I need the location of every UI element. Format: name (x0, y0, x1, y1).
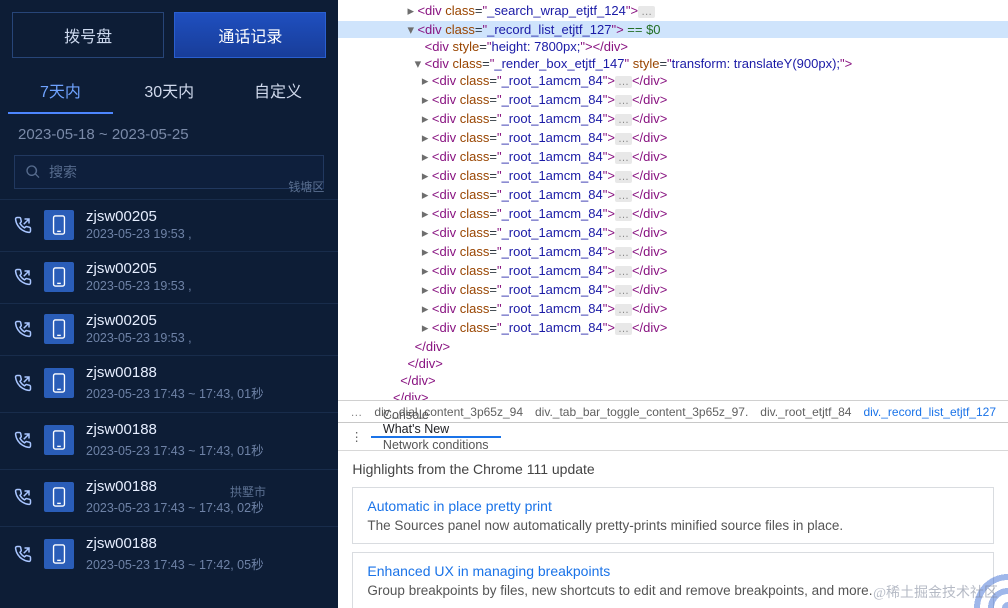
record-time: 2023-05-23 17:43 ~ 17:42, 05秒 (86, 554, 264, 573)
call-out-icon (14, 374, 32, 392)
range-7days[interactable]: 7天内 (8, 68, 113, 114)
drawer: ⋮ ConsoleWhat's NewNetwork conditionsIss… (338, 422, 1008, 608)
call-record[interactable]: zjsw001882023-05-23 17:43 ~ 17:43, 01秒 (0, 355, 338, 412)
device-icon (44, 482, 74, 512)
record-time: 2023-05-23 17:43 ~ 17:43, 01秒 (86, 383, 264, 402)
card-title[interactable]: Enhanced UX in managing breakpoints (367, 563, 979, 583)
range-30days[interactable]: 30天内 (117, 68, 222, 114)
record-name: zjsw00188 (86, 535, 264, 554)
date-range-label: 2023-05-18 ~ 2023-05-25 (0, 114, 338, 151)
drawer-menu-icon[interactable]: ⋮ (342, 429, 371, 444)
record-time: 2023-05-23 19:53 , (86, 331, 192, 345)
search-placeholder: 搜索 (49, 162, 77, 182)
decorative-rings (928, 518, 1008, 608)
range-tabs: 7天内 30天内 自定义 (0, 58, 338, 114)
call-out-icon (14, 545, 32, 563)
record-time: 2023-05-23 17:43 ~ 17:43, 01秒 (86, 440, 264, 459)
record-time: 2023-05-23 19:53 , (86, 227, 192, 241)
devtools-panel: ▸<div class="_search_wrap_etjtf_124">… ▾… (338, 0, 1008, 608)
drawer-tab[interactable]: Console (371, 408, 501, 422)
record-name: zjsw00205 (86, 208, 192, 227)
crumb[interactable]: div._record_list_etjtf_127 (857, 405, 1002, 419)
device-icon (44, 314, 74, 344)
call-out-icon (14, 268, 32, 286)
record-name: zjsw00205 (86, 260, 192, 279)
record-time: 2023-05-23 19:53 , (86, 279, 192, 293)
phone-panel: 钱塘区 拱墅市 拨号盘 通话记录 7天内 30天内 自定义 2023-05-18… (0, 0, 338, 608)
card-title[interactable]: Automatic in place pretty print (367, 498, 979, 518)
call-out-icon (14, 488, 32, 506)
whatsnew-card: Enhanced UX in managing breakpointsGroup… (352, 552, 994, 608)
record-time: 2023-05-23 17:43 ~ 17:43, 02秒 (86, 497, 264, 516)
range-custom[interactable]: 自定义 (226, 68, 331, 114)
whatsnew-card: Automatic in place pretty printThe Sourc… (352, 487, 994, 544)
call-record[interactable]: zjsw002052023-05-23 19:53 , (0, 303, 338, 355)
tab-records[interactable]: 通话记录 (174, 12, 326, 58)
elements-tree[interactable]: ▸<div class="_search_wrap_etjtf_124">… ▾… (338, 0, 1008, 400)
call-out-icon (14, 216, 32, 234)
call-record[interactable]: zjsw002052023-05-23 19:53 , (0, 251, 338, 303)
crumb[interactable]: div._tab_bar_toggle_content_3p65z_97. (529, 405, 754, 419)
crumb[interactable]: div._root_etjtf_84 (754, 405, 857, 419)
drawer-tabs: ⋮ ConsoleWhat's NewNetwork conditionsIss… (338, 423, 1008, 451)
drawer-body: Highlights from the Chrome 111 update Au… (338, 451, 1008, 608)
call-out-icon (14, 431, 32, 449)
search-icon (25, 164, 41, 180)
call-record[interactable]: zjsw001882023-05-23 17:43 ~ 17:43, 01秒 (0, 412, 338, 469)
call-record[interactable]: zjsw002052023-05-23 19:53 , (0, 199, 338, 251)
records-list: zjsw002052023-05-23 19:53 ,zjsw002052023… (0, 199, 338, 583)
record-name: zjsw00205 (86, 312, 192, 331)
top-tabs: 拨号盘 通话记录 (0, 0, 338, 58)
drawer-tab[interactable]: What's New (371, 422, 501, 438)
drawer-tab[interactable]: Network conditions (371, 438, 501, 452)
highlights-heading: Highlights from the Chrome 111 update (352, 461, 994, 487)
card-desc: Group breakpoints by files, new shortcut… (367, 583, 979, 598)
device-icon (44, 539, 74, 569)
device-icon (44, 210, 74, 240)
device-icon (44, 262, 74, 292)
call-record[interactable]: zjsw001882023-05-23 17:43 ~ 17:43, 02秒 (0, 469, 338, 526)
call-out-icon (14, 320, 32, 338)
record-name: zjsw00188 (86, 478, 264, 497)
call-record[interactable]: zjsw001882023-05-23 17:43 ~ 17:42, 05秒 (0, 526, 338, 583)
device-icon (44, 368, 74, 398)
record-name: zjsw00188 (86, 364, 264, 383)
tab-dialpad[interactable]: 拨号盘 (12, 12, 164, 58)
crumb-overflow[interactable]: … (344, 405, 368, 419)
record-name: zjsw00188 (86, 421, 264, 440)
device-icon (44, 425, 74, 455)
search-input[interactable]: 搜索 (14, 155, 324, 189)
card-desc: The Sources panel now automatically pret… (367, 518, 979, 533)
